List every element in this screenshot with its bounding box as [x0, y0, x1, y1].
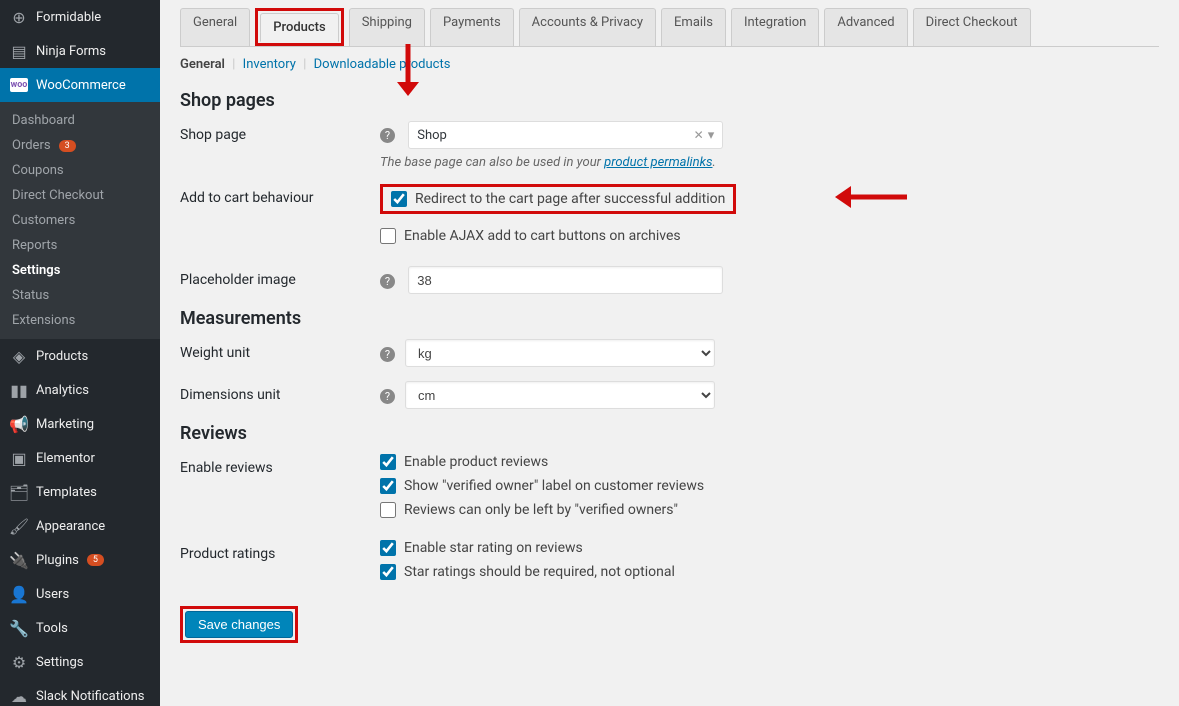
label-enable-reviews: Enable reviews: [180, 454, 380, 476]
tab-integration[interactable]: Integration: [731, 8, 819, 46]
tools-icon: 🔧: [10, 619, 28, 637]
sidebar-item-slack-notifications[interactable]: ☁Slack Notifications: [0, 679, 160, 706]
chevron-down-icon: ▾: [708, 128, 715, 143]
label-placeholder-image: Placeholder image: [180, 266, 380, 288]
help-icon[interactable]: ?: [380, 389, 395, 404]
submenu-settings[interactable]: Settings: [0, 258, 160, 283]
submenu-customers[interactable]: Customers: [0, 208, 160, 233]
sidebar-item-ninja-forms[interactable]: ▤Ninja Forms: [0, 34, 160, 68]
highlight-save: Save changes: [180, 606, 298, 643]
orders-badge: 3: [59, 140, 76, 152]
tab-products[interactable]: Products: [260, 13, 338, 42]
admin-sidebar: ⊕Formidable ▤Ninja Forms wooWooCommerce …: [0, 0, 160, 706]
templates-icon: 🗂: [10, 483, 28, 501]
ninja-forms-icon: ▤: [10, 42, 28, 60]
submenu-direct-checkout[interactable]: Direct Checkout: [0, 183, 160, 208]
dimensions-unit-select[interactable]: cm: [405, 381, 715, 409]
sidebar-item-elementor[interactable]: ▣Elementor: [0, 441, 160, 475]
plugins-icon: 🔌: [10, 551, 28, 569]
sidebar-item-analytics[interactable]: ▮▮Analytics: [0, 373, 160, 407]
tab-emails[interactable]: Emails: [661, 8, 726, 46]
submenu-orders[interactable]: Orders 3: [0, 133, 160, 158]
label-product-ratings: Product ratings: [180, 540, 380, 562]
sub-tabs: General | Inventory | Downloadable produ…: [180, 57, 1159, 72]
tab-payments[interactable]: Payments: [430, 8, 514, 46]
subtab-downloadable[interactable]: Downloadable products: [314, 57, 451, 72]
label-add-to-cart: Add to cart behaviour: [180, 184, 380, 206]
checkbox-verified-only[interactable]: [380, 502, 396, 518]
submenu-status[interactable]: Status: [0, 283, 160, 308]
permalinks-link[interactable]: product permalinks: [604, 155, 712, 170]
settings-tabs: General Products Shipping Payments Accou…: [180, 0, 1159, 47]
analytics-icon: ▮▮: [10, 381, 28, 399]
label-dimensions-unit: Dimensions unit: [180, 381, 380, 403]
highlight-redirect-option: Redirect to the cart page after successf…: [380, 184, 736, 214]
checkbox-star-required[interactable]: [380, 564, 396, 580]
subtab-inventory[interactable]: Inventory: [243, 57, 296, 72]
annotation-arrow-left: [835, 186, 907, 208]
clear-icon[interactable]: ✕: [694, 128, 704, 142]
shop-page-hint: The base page can also be used in your p…: [380, 155, 1159, 170]
checkbox-ajax-add-to-cart[interactable]: [380, 228, 396, 244]
save-button[interactable]: Save changes: [185, 611, 293, 638]
heading-reviews: Reviews: [180, 423, 1159, 444]
checkbox-redirect-cart[interactable]: [391, 191, 407, 207]
tab-accounts-privacy[interactable]: Accounts & Privacy: [519, 8, 656, 46]
sidebar-item-templates[interactable]: 🗂Templates: [0, 475, 160, 509]
shop-page-select[interactable]: Shop ✕▾: [408, 121, 723, 149]
sidebar-item-marketing[interactable]: 📢Marketing: [0, 407, 160, 441]
heading-measurements: Measurements: [180, 308, 1159, 329]
help-icon[interactable]: ?: [380, 347, 395, 362]
subtab-general[interactable]: General: [180, 57, 225, 72]
placeholder-image-input[interactable]: [408, 266, 723, 294]
annotation-arrow-down: [397, 44, 419, 96]
sidebar-item-products[interactable]: ◈Products: [0, 339, 160, 373]
highlight-products-tab: Products: [255, 8, 343, 46]
submenu-extensions[interactable]: Extensions: [0, 308, 160, 333]
products-icon: ◈: [10, 347, 28, 365]
checkbox-star-rating[interactable]: [380, 540, 396, 556]
label-shop-page: Shop page: [180, 121, 380, 143]
checkbox-enable-reviews[interactable]: [380, 454, 396, 470]
submenu-reports[interactable]: Reports: [0, 233, 160, 258]
sidebar-item-settings[interactable]: ⚙Settings: [0, 645, 160, 679]
heading-shop-pages: Shop pages: [180, 90, 1159, 111]
tab-advanced[interactable]: Advanced: [824, 8, 907, 46]
elementor-icon: ▣: [10, 449, 28, 467]
label-weight-unit: Weight unit: [180, 339, 380, 361]
sidebar-submenu: Dashboard Orders 3 Coupons Direct Checko…: [0, 102, 160, 339]
users-icon: 👤: [10, 585, 28, 603]
settings-icon: ⚙: [10, 653, 28, 671]
tab-general[interactable]: General: [180, 8, 250, 46]
help-icon[interactable]: ?: [380, 128, 395, 143]
sidebar-item-formidable[interactable]: ⊕Formidable: [0, 0, 160, 34]
help-icon[interactable]: ?: [380, 274, 395, 289]
tab-shipping[interactable]: Shipping: [349, 8, 425, 46]
submenu-dashboard[interactable]: Dashboard: [0, 108, 160, 133]
tab-direct-checkout[interactable]: Direct Checkout: [913, 8, 1031, 46]
slack-icon: ☁: [10, 687, 28, 705]
main-content: General Products Shipping Payments Accou…: [160, 0, 1179, 706]
woocommerce-icon: woo: [10, 78, 28, 92]
checkbox-verified-owner-label[interactable]: [380, 478, 396, 494]
appearance-icon: 🖌: [10, 517, 28, 535]
sidebar-item-plugins[interactable]: 🔌Plugins 5: [0, 543, 160, 577]
sidebar-item-tools[interactable]: 🔧Tools: [0, 611, 160, 645]
sidebar-item-users[interactable]: 👤Users: [0, 577, 160, 611]
weight-unit-select[interactable]: kg: [405, 339, 715, 367]
submenu-coupons[interactable]: Coupons: [0, 158, 160, 183]
formidable-icon: ⊕: [10, 8, 28, 26]
sidebar-item-woocommerce[interactable]: wooWooCommerce: [0, 68, 160, 102]
sidebar-item-appearance[interactable]: 🖌Appearance: [0, 509, 160, 543]
plugins-badge: 5: [87, 554, 104, 566]
marketing-icon: 📢: [10, 415, 28, 433]
